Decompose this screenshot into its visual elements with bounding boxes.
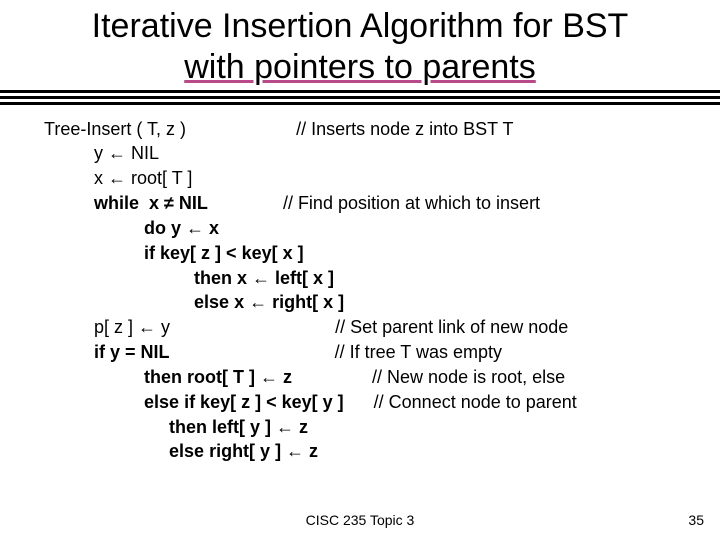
code-text: else right[ y ] ← z <box>169 441 318 461</box>
code-line: while x ≠ NIL // Find position at which … <box>44 191 690 216</box>
code-line: then root[ T ] ← z // New node is root, … <box>44 365 690 390</box>
code-text: else x ← right[ x ] <box>194 292 344 312</box>
code-line: then x ← left[ x ] <box>44 266 690 291</box>
code-keyword: while x ≠ NIL <box>94 193 208 213</box>
code-text: then left[ y ] ← z <box>169 417 308 437</box>
code-line: else if key[ z ] < key[ y ] // Connect n… <box>44 390 690 415</box>
code-text: if y = NIL <box>94 342 170 362</box>
code-comment: // Inserts node z into BST T <box>296 119 513 139</box>
code-comment: // Find position at which to insert <box>283 193 540 213</box>
title-line-2: with pointers to parents <box>184 48 536 86</box>
code-text: y ← NIL <box>94 143 159 163</box>
code-text: Tree-Insert ( T, z ) <box>44 119 186 139</box>
pseudocode-block: Tree-Insert ( T, z ) // Inserts node z i… <box>0 105 720 465</box>
code-line: if y = NIL // If tree T was empty <box>44 340 690 365</box>
code-line: y ← NIL <box>44 141 690 166</box>
code-line: Tree-Insert ( T, z ) // Inserts node z i… <box>44 117 690 142</box>
code-line: else x ← right[ x ] <box>44 290 690 315</box>
code-line: then left[ y ] ← z <box>44 415 690 440</box>
code-comment: // If tree T was empty <box>335 342 502 362</box>
code-text: then root[ T ] ← z <box>144 367 292 387</box>
code-text: then x ← left[ x ] <box>194 268 334 288</box>
title-underline: with pointers to parents <box>184 48 536 86</box>
code-line: do y ← x <box>44 216 690 241</box>
code-comment: // Connect node to parent <box>374 392 577 412</box>
footer-text: CISC 235 Topic 3 <box>0 512 720 528</box>
code-text: do y ← x <box>144 218 219 238</box>
code-text: x ← root[ T ] <box>94 168 192 188</box>
code-line: x ← root[ T ] <box>44 166 690 191</box>
slide-title: Iterative Insertion Algorithm for BST wi… <box>0 0 720 88</box>
code-text: else if key[ z ] < key[ y ] <box>144 392 344 412</box>
code-line: p[ z ] ← y // Set parent link of new nod… <box>44 315 690 340</box>
divider-rules <box>0 90 720 105</box>
code-line: if key[ z ] < key[ x ] <box>44 241 690 266</box>
code-comment: // Set parent link of new node <box>335 317 568 337</box>
code-text: if key[ z ] < key[ x ] <box>144 243 304 263</box>
title-line-1: Iterative Insertion Algorithm for BST <box>92 7 629 45</box>
code-comment: // New node is root, else <box>372 367 565 387</box>
code-text: p[ z ] ← y <box>94 317 170 337</box>
code-line: else right[ y ] ← z <box>44 439 690 464</box>
page-number: 35 <box>688 512 704 528</box>
